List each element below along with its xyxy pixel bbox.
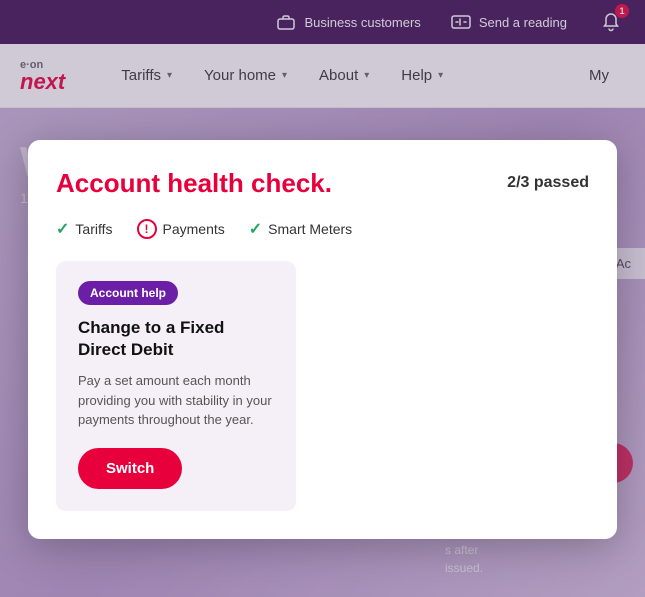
check-tariffs: ✓ Tariffs bbox=[56, 219, 113, 239]
check-smart-meters: ✓ Smart Meters bbox=[249, 219, 352, 239]
account-health-modal: Account health check. 2/3 passed ✓ Tarif… bbox=[28, 140, 617, 539]
modal-header: Account health check. 2/3 passed bbox=[56, 168, 589, 199]
check-pass-icon: ✓ bbox=[56, 219, 69, 239]
check-tariffs-label: Tariffs bbox=[75, 221, 112, 237]
modal-checks: ✓ Tariffs ! Payments ✓ Smart Meters bbox=[56, 219, 589, 239]
check-payments-label: Payments bbox=[163, 221, 225, 237]
check-smart-meters-label: Smart Meters bbox=[268, 221, 352, 237]
card-badge: Account help bbox=[78, 281, 178, 305]
card-title: Change to a Fixed Direct Debit bbox=[78, 317, 274, 361]
check-pass-icon: ✓ bbox=[249, 219, 262, 239]
check-payments: ! Payments bbox=[137, 219, 225, 239]
account-help-card: Account help Change to a Fixed Direct De… bbox=[56, 261, 296, 511]
modal-title: Account health check. bbox=[56, 168, 332, 199]
switch-button[interactable]: Switch bbox=[78, 448, 182, 489]
card-description: Pay a set amount each month providing yo… bbox=[78, 371, 274, 430]
modal-score: 2/3 passed bbox=[507, 174, 589, 192]
check-warn-icon: ! bbox=[137, 219, 157, 239]
